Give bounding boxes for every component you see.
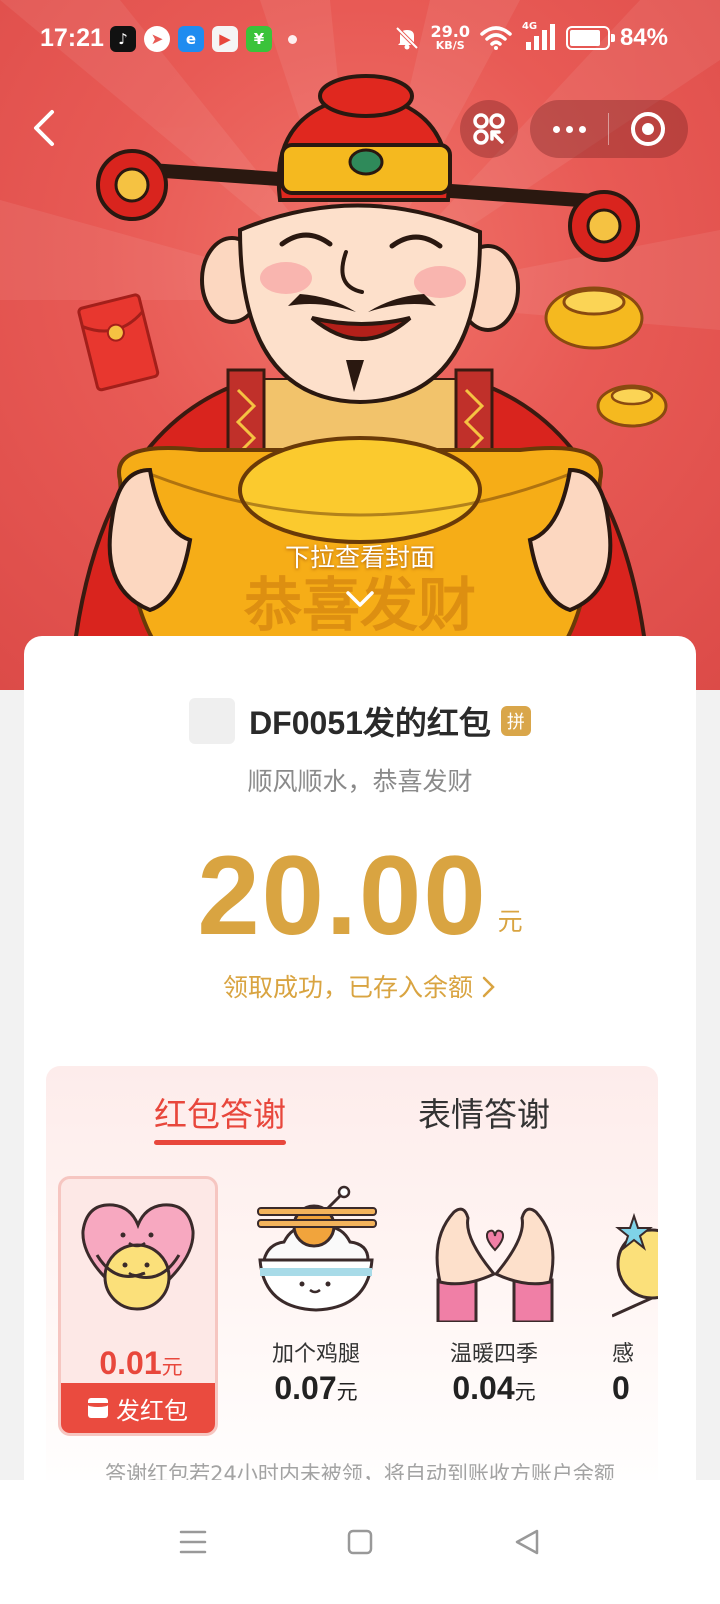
gift-price: 0.01元 [99,1345,183,1381]
status-bar: 17:21 ♪ ➤ e ▶ ¥ 29.0 KB/S 4G 84% [0,0,720,80]
gift-option-warm-seasons[interactable]: 温暖四季 0.04元 [414,1176,574,1436]
back-button[interactable] [18,100,68,156]
gift-option-partial[interactable]: 感 0 [592,1176,658,1436]
received-balance-link[interactable]: 领取成功，已存入余额 [24,968,696,1004]
red-packet-icon [88,1398,108,1418]
scan-button[interactable] [460,100,518,158]
sender-avatar[interactable] [189,698,236,744]
chevron-right-icon [482,976,495,998]
gift-label: 加个鸡腿 [271,1342,360,1367]
amount-unit: 元 [497,907,523,936]
ebank-icon: e [178,26,204,52]
battery-icon [565,26,615,50]
blessing-text: 顺风顺水，恭喜发财 [247,767,473,796]
close-mini-program-button[interactable] [609,100,687,158]
target-close-icon [631,112,665,146]
star-chick-icon [612,1212,658,1318]
triangle-back-icon [515,1529,538,1555]
heart-hug-icon [81,1203,195,1311]
square-icon [347,1529,373,1555]
group-packet-badge: 拼 [500,706,531,736]
received-text: 领取成功，已存入余额 [223,973,474,1002]
rice-bowl-drumstick-icon [257,1185,377,1312]
wifi-icon [480,26,512,50]
more-button[interactable] [530,100,608,158]
amount-row: 20.00 元 [24,836,696,956]
send-red-packet-button[interactable]: 发红包 [61,1383,215,1433]
active-tab-indicator [154,1140,286,1145]
back-nav-button[interactable] [497,1512,557,1572]
cell-signal-icon: 4G [522,21,556,52]
mini-program-capsule [530,100,688,158]
sender-row: DF0051发的红包 拼 [24,698,696,744]
telegram-icon: ➤ [144,26,170,52]
gift-option-drumstick[interactable]: 加个鸡腿 0.07元 [236,1176,396,1436]
dot-icon [578,125,586,133]
menu-icon [180,1530,207,1554]
more-notifications-icon [288,34,297,44]
net-speed: 29.0 KB/S [430,22,470,52]
gift-option-heart-hug[interactable]: 0.01元 发红包 [58,1176,218,1436]
gift-price: 0 [612,1370,630,1406]
thanks-panel: 红包答谢 表情答谢 0.01元 发红包 加个鸡腿 0.07元 温暖四季 0.04… [46,1066,658,1506]
heart-hands-icon [435,1207,555,1322]
tab-red-packet-thanks[interactable]: 红包答谢 [154,1088,286,1136]
mute-bell-icon [396,26,419,50]
sender-title: DF0051发的红包 [249,705,491,741]
dot-icon [552,125,560,133]
chevron-left-icon [34,110,54,146]
scan-icon [473,113,505,145]
status-time: 17:21 [40,24,104,52]
gift-label: 感 [612,1342,635,1367]
status-right: 29.0 KB/S 4G 84% [394,21,668,52]
gift-label: 温暖四季 [449,1342,538,1367]
red-packet-detail-card: DF0051发的红包 拼 顺风顺水，恭喜发财 20.00 元 领取成功，已存入余… [24,636,696,1506]
notification-icons: ♪ ➤ e ▶ ¥ [110,26,297,52]
pull-down-hint: 下拉查看封面 [284,543,435,572]
video-app-icon: ▶ [212,26,238,52]
battery-percent: 84% [619,24,668,51]
dot-icon [565,125,573,133]
tab-emoji-thanks[interactable]: 表情答谢 [418,1088,550,1136]
recent-apps-button[interactable] [163,1512,223,1572]
cashier-icon: ¥ [246,26,272,52]
amount-value: 20.00 [197,833,488,958]
gift-price: 0.07元 [274,1370,358,1406]
system-navigation-bar [0,1480,720,1604]
chevron-down-icon [346,591,374,607]
home-button[interactable] [330,1512,390,1572]
tiktok-icon: ♪ [110,26,136,52]
gift-price: 0.04元 [452,1370,536,1406]
